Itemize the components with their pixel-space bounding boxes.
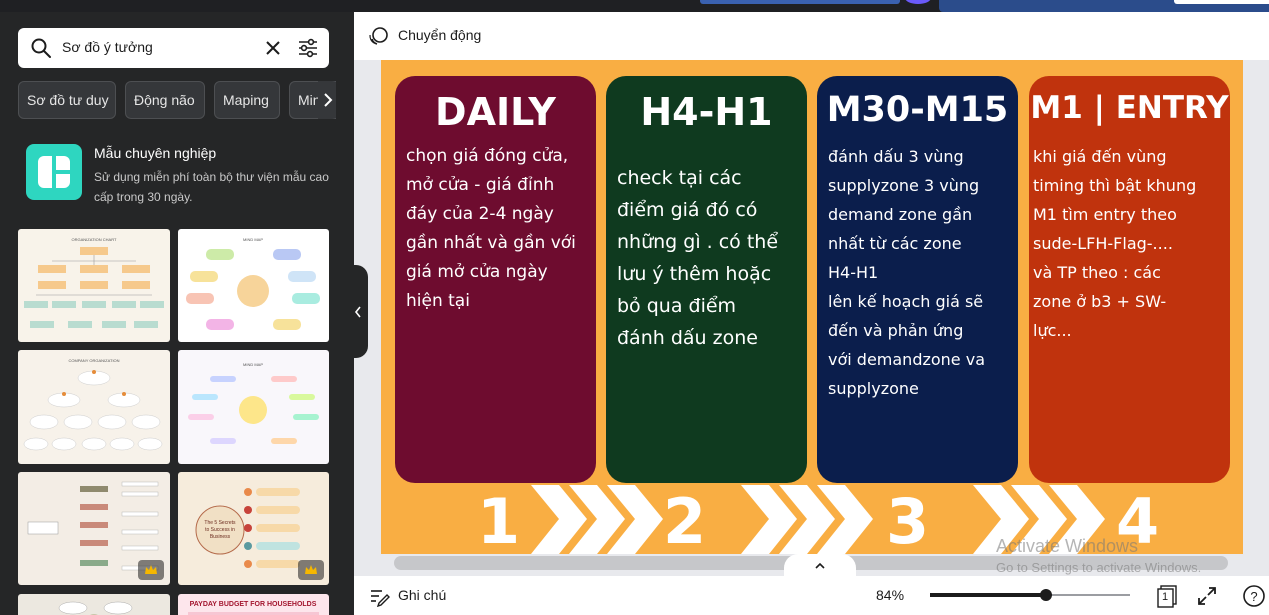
chevron-right-icon	[324, 93, 333, 107]
chevron-left-icon	[354, 306, 361, 317]
promo-title: Mẫu chuyên nghiệp	[94, 145, 217, 161]
fullscreen-icon[interactable]	[1196, 585, 1218, 607]
motion-button-label[interactable]: Chuyển động	[398, 27, 481, 43]
strategy-card-m30-m15[interactable]: M30-M15 đánh dấu 3 vùng supplyzone 3 vùn…	[817, 76, 1018, 483]
strategy-card-m1-entry[interactable]: M1 | ENTRY khi giá đến vùng timing thì b…	[1029, 76, 1230, 483]
chip-label: Maping	[223, 92, 269, 108]
card-title: M30-M15	[826, 90, 1009, 130]
template-thumbnail[interactable]: MIND MAP	[178, 350, 329, 464]
zoom-slider-handle[interactable]	[1040, 589, 1052, 601]
filter-icon[interactable]	[297, 37, 319, 59]
help-icon[interactable]: ?	[1241, 583, 1267, 609]
card-body: đánh dấu 3 vùng supplyzone 3 vùng demand…	[828, 147, 986, 398]
card-title: H4-H1	[640, 90, 773, 134]
motion-icon[interactable]	[368, 25, 390, 47]
clear-icon[interactable]	[262, 37, 284, 59]
templates-panel: Sơ đồ ý tưởng Sơ đồ tư duy Động não Mapi…	[0, 12, 354, 615]
editor-footer: Ghi chú 84% 1 ?	[354, 576, 1269, 615]
card-title: M1 | ENTRY	[1030, 90, 1229, 126]
chip-maping[interactable]: Maping	[214, 81, 280, 119]
notes-button-label[interactable]: Ghi chú	[398, 587, 446, 603]
page-count-button[interactable]: 1	[1156, 584, 1178, 608]
chip-mind-map[interactable]: Sơ đồ tư duy	[18, 81, 116, 119]
thumbnail-title: PAYDAY BUDGET FOR HOUSEHOLDS	[190, 601, 317, 608]
template-thumbnail[interactable]: ORGANIZATION CHART	[18, 229, 170, 342]
page-count: 1	[1162, 591, 1169, 603]
premium-crown-icon	[298, 560, 324, 580]
app-window: Sơ đồ ý tưởng Sơ đồ tư duy Động não Mapi…	[0, 0, 1269, 615]
template-thumbnail[interactable]: MIND MAP	[178, 229, 329, 342]
svg-text:to Success in: to Success in	[205, 527, 235, 533]
zoom-slider[interactable]	[930, 589, 1130, 601]
zoom-slider-fill	[930, 593, 1046, 597]
card-body: check tại các điểm giá đó có những gì . …	[617, 167, 779, 349]
template-thumbnail[interactable]: The 5 Secrets to Success in Business	[178, 472, 329, 585]
show-pages-button[interactable]	[784, 554, 856, 576]
editor-header: Chuyển động	[354, 12, 1269, 60]
windows-activation-subtitle: Go to Settings to activate Windows.	[996, 560, 1202, 575]
chevron-up-icon	[815, 562, 825, 569]
chip-label: Động não	[134, 92, 195, 108]
chip-label: Sơ đồ tư duy	[27, 92, 109, 108]
chips-scroll-right-button[interactable]	[318, 81, 336, 119]
thumbnail-title: MIND MAP	[243, 362, 263, 367]
toolbar-chip[interactable]	[700, 0, 900, 4]
collapse-panel-button[interactable]	[348, 265, 368, 358]
promo-description: Sử dụng miễn phí toàn bộ thư viện mẫu ca…	[94, 170, 329, 204]
suggestion-chips: Sơ đồ tư duy Động não Maping Min	[18, 81, 336, 119]
card-body: khi giá đến vùng timing thì bật khung M1…	[1033, 147, 1197, 340]
share-button[interactable]	[1174, 0, 1269, 4]
svg-text:The 5 Secrets: The 5 Secrets	[204, 520, 236, 526]
template-thumbnail[interactable]	[18, 472, 170, 585]
top-toolbar-strip	[0, 0, 1269, 12]
card-title: DAILY	[435, 90, 556, 134]
card-body: chọn giá đóng cửa, mở cửa - giá đỉnh đáy…	[406, 146, 576, 311]
strategy-card-daily[interactable]: DAILY chọn giá đóng cửa, mở cửa - giá đỉ…	[395, 76, 596, 483]
svg-text:?: ?	[1250, 589, 1257, 604]
pro-template-icon	[26, 144, 82, 200]
search-value[interactable]: Sơ đồ ý tưởng	[62, 39, 153, 55]
search-input[interactable]: Sơ đồ ý tưởng	[18, 28, 329, 68]
zoom-level[interactable]: 84%	[876, 587, 904, 603]
template-thumbnail[interactable]: COMPANY ORGANIZATION	[18, 350, 170, 464]
chip-brainstorm[interactable]: Động não	[125, 81, 205, 119]
editor-area: Chuyển động DAILY chọn giá đóng cửa, mở …	[354, 12, 1269, 615]
thumbnail-title: ORGANIZATION CHART	[72, 237, 118, 242]
search-icon	[31, 38, 51, 58]
strategy-card-h4-h1[interactable]: H4-H1 check tại các điểm giá đó có những…	[606, 76, 807, 483]
thumbnail-title: COMPANY ORGANIZATION	[68, 358, 119, 363]
pro-templates-promo[interactable]: Mẫu chuyên nghiệp Sử dụng miễn phí toàn …	[26, 143, 336, 213]
step-number: 1	[477, 485, 521, 554]
notes-icon[interactable]	[368, 585, 390, 607]
premium-crown-icon	[138, 560, 164, 580]
thumbnail-title: MIND MAP	[243, 237, 263, 242]
step-number: 3	[886, 485, 930, 554]
design-canvas[interactable]: DAILY chọn giá đóng cửa, mở cửa - giá đỉ…	[381, 60, 1243, 554]
step-number: 2	[663, 485, 707, 554]
windows-activation-title: Activate Windows	[996, 536, 1139, 556]
template-thumbnail[interactable]: PAYDAY BUDGET FOR HOUSEHOLDS	[178, 594, 329, 615]
svg-text:Business: Business	[210, 534, 231, 540]
user-avatar[interactable]	[905, 0, 931, 4]
template-thumbnail[interactable]	[18, 594, 170, 615]
